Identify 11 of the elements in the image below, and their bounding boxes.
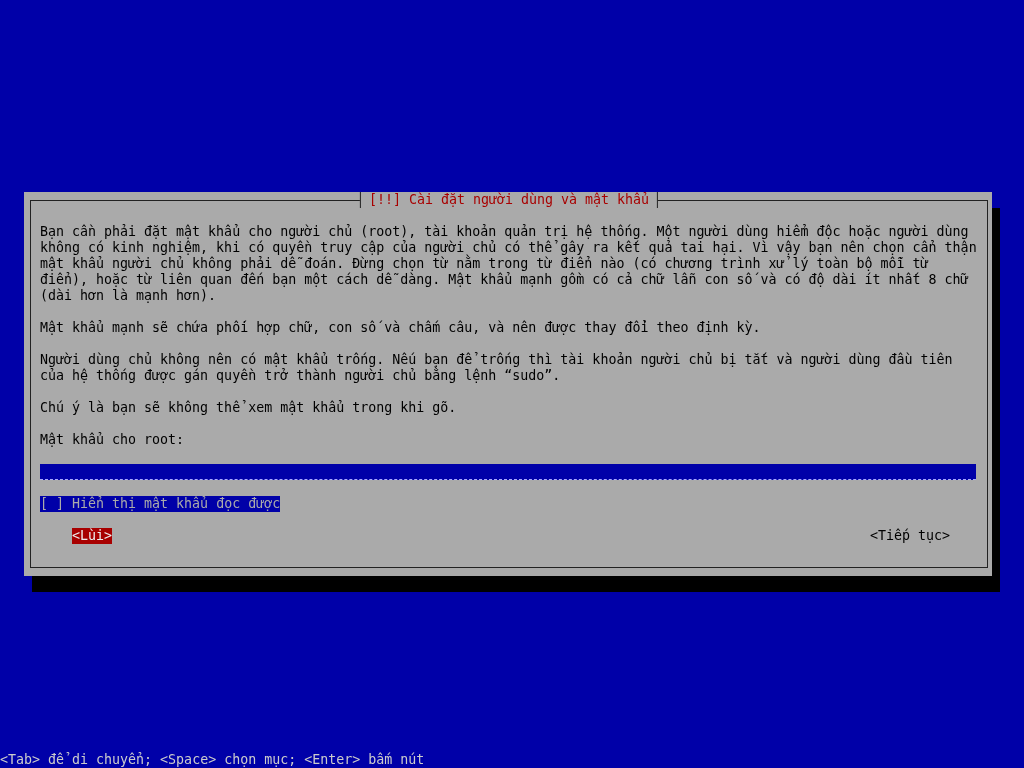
checkbox[interactable]: [ ] Hiển thị mật khẩu đọc được (40, 496, 281, 512)
password-field[interactable] (40, 464, 976, 480)
field-label: Mật khẩu cho root: (40, 432, 186, 448)
dialog-title: [!!] Cài đặt người dùng và mật khẩu (359, 192, 659, 208)
continue-button[interactable]: <Tiếp tục> (869, 528, 950, 544)
paragraph: Bạn cần phải đặt mật khẩu cho người chủ (root), tài khoản quản trị hệ thống. Một người dùng hiểm độc hoặc người dùng không có kinh nghiệm, khi có quyền truy cập của người chủ có thể gây ra kết quả tai hại. Vì vậy bạn nên chọn cẩn thận mật khẩu người chủ không phải dễ đoán. Đừng chọn từ nằm trong từ điển nào (có chương trình xử lý toàn bộ mỗi từ điển), hoặc từ liên quan đến bạn một cách dễ dàng. Mật khẩu mạnh gồm có cả chữ lẫn con số và có độ dài ít nhất 8 chữ (dài hơn là mạnh hơn). (40, 224, 978, 304)
paragraph: Chú ý là bạn sẽ không thể xem mật khẩu trong khi gõ. (40, 400, 458, 416)
paragraph: Người dùng chủ không nên có mật khẩu trống. Nếu bạn để trống thì tài khoản người chủ bị tắt và người dùng đầu tiên của hệ thống được gán quyền trở thành người chủ bằng lệnh “sudo”. (40, 352, 954, 384)
paragraph: Mật khẩu mạnh sẽ chứa phối hợp chữ, con số và chấm câu, và nên được thay đổi theo định kỳ. (40, 320, 762, 336)
status-bar-hint: <Tab> để di chuyển; <Space> chọn mục; <Enter> bấm nút (0, 752, 425, 767)
back-button[interactable]: <Lùi> (72, 528, 113, 544)
